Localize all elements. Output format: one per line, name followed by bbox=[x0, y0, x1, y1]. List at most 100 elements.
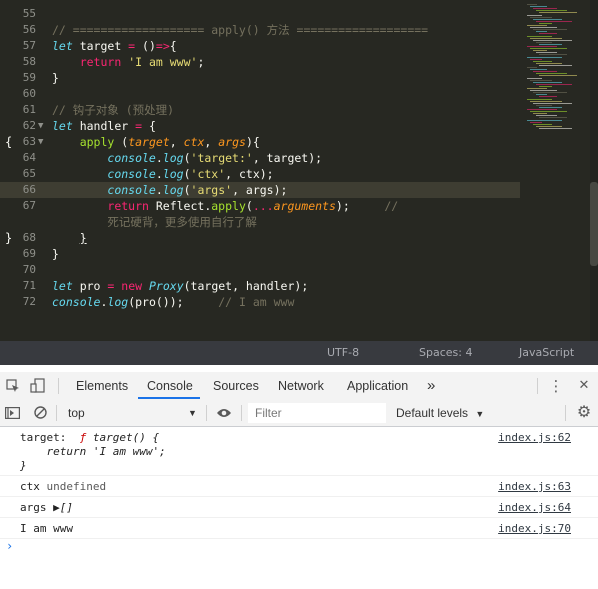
minimap-stroke bbox=[536, 20, 572, 22]
code-token: let bbox=[52, 279, 73, 293]
encoding-indicator[interactable]: UTF-8 bbox=[327, 341, 359, 365]
minimap-stroke bbox=[539, 43, 562, 45]
console-output[interactable]: target: ƒ target() { return 'I am www'; … bbox=[0, 427, 598, 589]
filter-field[interactable] bbox=[248, 403, 387, 423]
code-line[interactable]: 55 bbox=[0, 6, 520, 22]
code-text: console.log('target:', target); bbox=[52, 150, 322, 166]
minimap-stroke bbox=[527, 46, 557, 47]
code-token: } bbox=[79, 231, 87, 245]
log-levels-dropdown[interactable]: Default levels ▼ bbox=[396, 400, 484, 426]
code-line[interactable]: 57 let target = ()=>{ bbox=[0, 38, 520, 54]
expandable-array[interactable]: ▶[] bbox=[53, 501, 73, 514]
minimap-stroke bbox=[533, 102, 572, 104]
code-token: ; bbox=[197, 55, 205, 69]
code-editor[interactable]: 55 56 // =================== apply() 方法 ==… bbox=[0, 0, 598, 341]
editor-scrollbar-track[interactable] bbox=[590, 0, 598, 341]
minimap-stroke bbox=[536, 83, 572, 85]
tab-elements[interactable]: Elements bbox=[76, 372, 128, 400]
minimap[interactable] bbox=[525, 0, 589, 135]
console-prompt-icon[interactable]: › bbox=[6, 539, 13, 553]
fold-toggle-icon[interactable]: ▼ bbox=[38, 118, 43, 134]
toolbar-divider bbox=[241, 405, 242, 421]
indentation-indicator[interactable]: Spaces: 4 bbox=[419, 341, 472, 365]
code-token: ctx bbox=[183, 135, 205, 149]
minimap-stroke bbox=[530, 48, 567, 50]
code-line[interactable]: 62 ▼ let handler = { bbox=[0, 118, 520, 134]
minimap-stroke bbox=[533, 81, 562, 83]
line-number: 70 bbox=[22, 263, 36, 276]
code-token: log bbox=[162, 151, 184, 165]
code-token: { bbox=[169, 39, 177, 53]
tab-network[interactable]: Network bbox=[278, 372, 324, 400]
gear-icon[interactable]: ⚙ bbox=[574, 400, 594, 426]
code-line[interactable]: 63{▼ apply (target, ctx, args){ bbox=[0, 134, 520, 150]
code-token: 'target:' bbox=[190, 151, 253, 165]
sidebar-toggle-icon[interactable] bbox=[3, 400, 21, 426]
code-line[interactable]: 70 bbox=[0, 262, 520, 278]
close-icon[interactable]: ✕ bbox=[576, 372, 592, 400]
context-selector[interactable]: top ▼ bbox=[62, 400, 200, 426]
line-number: 57 bbox=[22, 39, 36, 52]
code-line[interactable]: 65 console.log('ctx', ctx); bbox=[0, 166, 520, 182]
code-line[interactable]: 72 console.log(pro()); // I am www bbox=[0, 294, 520, 310]
line-number: 64 bbox=[22, 151, 36, 164]
minimap-stroke bbox=[536, 115, 557, 117]
eye-icon[interactable] bbox=[214, 400, 234, 426]
chevron-down-icon: ▼ bbox=[475, 409, 485, 419]
minimap-stroke bbox=[539, 117, 567, 119]
code-line[interactable]: 58 return 'I am www'; bbox=[0, 54, 520, 70]
console-message: I am www index.js:70 bbox=[0, 518, 598, 539]
minimap-stroke bbox=[539, 75, 577, 77]
minimap-stroke bbox=[536, 31, 547, 33]
code-line[interactable]: 68} } bbox=[0, 230, 520, 246]
minimap-stroke bbox=[533, 60, 552, 62]
code-line[interactable]: 56 // =================== apply() 方法 ====… bbox=[0, 22, 520, 38]
line-number: 55 bbox=[22, 7, 36, 20]
minimap-stroke bbox=[539, 127, 572, 129]
clear-console-icon[interactable] bbox=[31, 400, 49, 426]
code-line[interactable]: 死记硬背，更多使用自行了解 bbox=[0, 214, 520, 230]
device-toolbar-icon[interactable] bbox=[28, 372, 48, 400]
line-number: 67 bbox=[22, 199, 36, 212]
code-line[interactable]: 64 console.log('target:', target); bbox=[0, 150, 520, 166]
function-signature[interactable]: target() { bbox=[93, 431, 159, 444]
minimap-stroke bbox=[530, 121, 542, 123]
source-link[interactable]: index.js:70 bbox=[498, 522, 571, 535]
fold-toggle-icon[interactable]: ▼ bbox=[38, 134, 43, 150]
code-line[interactable]: 59} bbox=[0, 70, 520, 86]
editor-scrollbar-thumb[interactable] bbox=[590, 182, 598, 266]
source-link[interactable]: index.js:62 bbox=[498, 431, 571, 444]
source-link[interactable]: index.js:64 bbox=[498, 501, 571, 514]
code-token: log bbox=[107, 295, 129, 309]
inspect-element-icon[interactable] bbox=[4, 372, 22, 400]
minimap-stroke bbox=[527, 67, 537, 68]
line-number: 72 bbox=[22, 295, 36, 308]
minimap-stroke bbox=[539, 12, 577, 14]
console-toolbar: top ▼ Default levels ▼ ⚙ bbox=[0, 400, 598, 427]
line-number: 71 bbox=[22, 279, 36, 292]
minimap-stroke bbox=[536, 10, 567, 12]
code-line[interactable]: 67 return Reflect.apply(...arguments); /… bbox=[0, 198, 520, 214]
code-token: // bbox=[384, 199, 399, 213]
more-tabs-button[interactable]: » bbox=[427, 372, 435, 400]
tab-console[interactable]: Console bbox=[147, 372, 193, 400]
code-token: 'I am www' bbox=[128, 55, 198, 69]
minimap-stroke bbox=[530, 111, 567, 113]
function-end: } bbox=[20, 459, 27, 472]
tab-application[interactable]: Application bbox=[347, 372, 408, 400]
kebab-menu-icon[interactable]: ⋮ bbox=[548, 372, 564, 400]
code-token: log bbox=[162, 167, 184, 181]
code-line[interactable]: 71 let pro = new Proxy(target, handler); bbox=[0, 278, 520, 294]
source-link[interactable]: index.js:63 bbox=[498, 480, 571, 493]
minimap-stroke bbox=[533, 18, 562, 20]
code-token: apply bbox=[211, 199, 246, 213]
tab-sources[interactable]: Sources bbox=[213, 372, 259, 400]
code-line[interactable]: 60 bbox=[0, 86, 520, 102]
syntax-indicator[interactable]: JavaScript bbox=[519, 341, 574, 365]
code-line[interactable]: 66 console.log('args', args); bbox=[0, 182, 520, 198]
code-line[interactable]: 69} bbox=[0, 246, 520, 262]
line-number: 69 bbox=[22, 247, 36, 260]
filter-input[interactable] bbox=[253, 403, 387, 423]
code-line[interactable]: 61 // 钩子对象 (预处理) bbox=[0, 102, 520, 118]
